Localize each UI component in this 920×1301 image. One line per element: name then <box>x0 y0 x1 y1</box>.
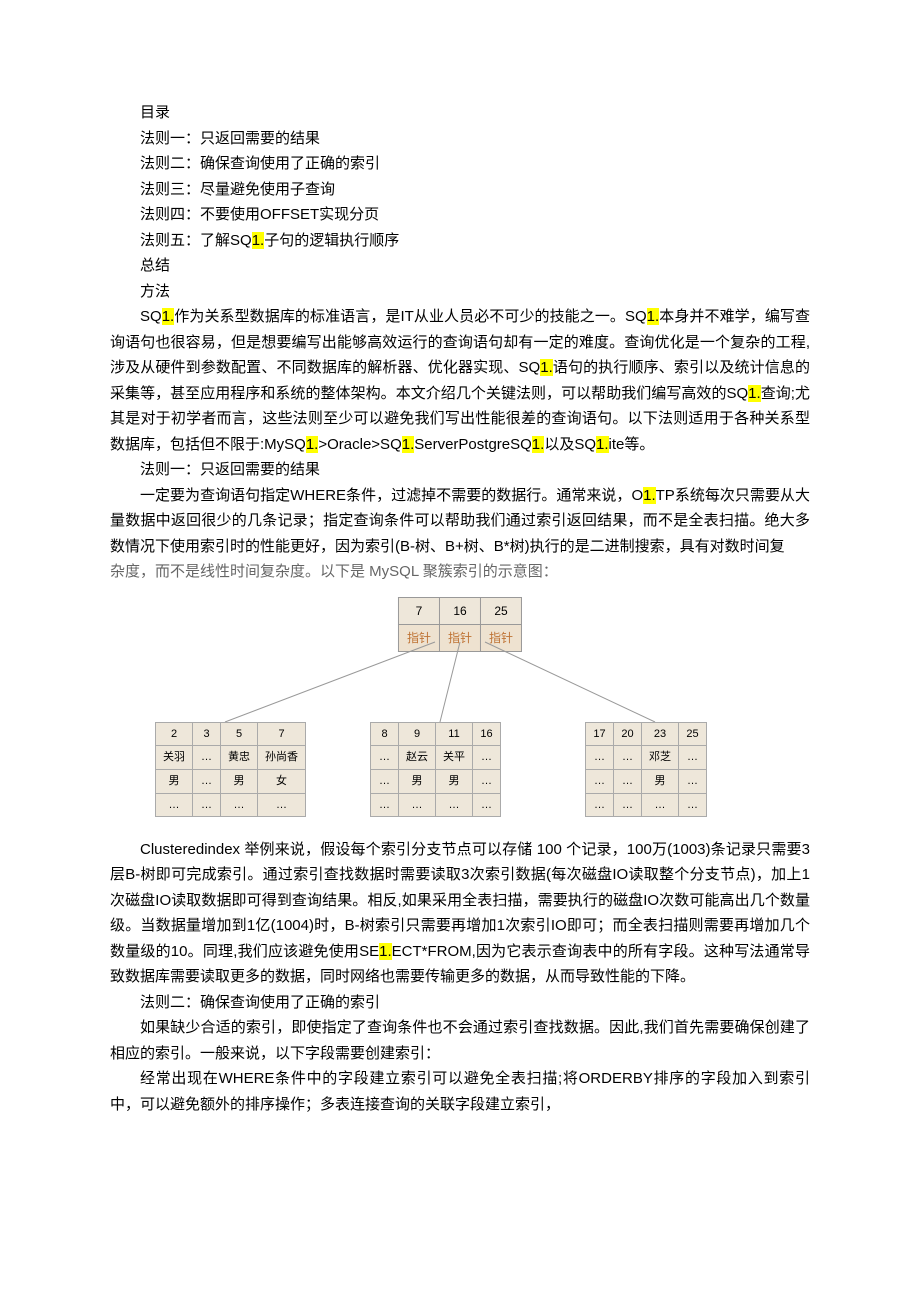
rule2-p2: 经常出现在WHERE条件中的字段建立索引可以避免全表扫描;将ORDERBY排序的… <box>110 1066 810 1117</box>
cell: 16 <box>473 722 501 746</box>
root-key: 7 <box>398 597 439 624</box>
cell: 5 <box>221 722 258 746</box>
cell: 邓芝 <box>642 746 679 770</box>
cell: … <box>614 769 642 793</box>
root-ptr: 指针 <box>439 624 480 651</box>
toc-item-7: 方法 <box>110 279 810 305</box>
cell: … <box>614 793 642 817</box>
cell: … <box>371 793 399 817</box>
cell: … <box>436 793 473 817</box>
ad-h1: 1. <box>379 943 392 960</box>
cell: … <box>679 746 707 770</box>
r1p1-t1: 一定要为查询语句指定WHERE条件，过滤掉不需要的数据行。通常来说，O <box>140 487 643 504</box>
cell: … <box>371 769 399 793</box>
intro-t8: 以及SQ <box>544 436 596 453</box>
cell: … <box>193 769 221 793</box>
r1p1-h1: 1. <box>643 487 656 504</box>
cell: 3 <box>193 722 221 746</box>
leaf-node-3: 17202325 ……邓芝… ……男… ………… <box>585 722 707 818</box>
intro-h2: 1. <box>647 308 660 325</box>
intro-h4: 1. <box>748 385 761 402</box>
intro-h6: 1. <box>402 436 415 453</box>
cell: … <box>156 793 193 817</box>
intro-t9: ite等。 <box>609 436 655 453</box>
cell: … <box>679 769 707 793</box>
rule1-p1: 一定要为查询语句指定WHERE条件，过滤掉不需要的数据行。通常来说，O1.TP系… <box>110 483 810 560</box>
cell: … <box>193 746 221 770</box>
intro-t7: ServerPostgreSQ <box>414 436 532 453</box>
toc-title: 目录 <box>110 100 810 126</box>
cell: 23 <box>642 722 679 746</box>
intro-t6: >Oracle>SQ <box>318 436 401 453</box>
cell: … <box>473 793 501 817</box>
cell: … <box>193 793 221 817</box>
cell: 男 <box>221 769 258 793</box>
root-key: 16 <box>439 597 480 624</box>
rule2-header: 法则二：确保查询使用了正确的索引 <box>110 990 810 1016</box>
root-key: 25 <box>481 597 522 624</box>
intro-paragraph: SQ1.作为关系型数据库的标准语言，是IT从业人员必不可少的技能之一。SQ1.本… <box>110 304 810 457</box>
cell: … <box>614 746 642 770</box>
cell: 男 <box>642 769 679 793</box>
cell: 7 <box>258 722 306 746</box>
cell: … <box>586 769 614 793</box>
intro-h5: 1. <box>306 436 319 453</box>
cell: 25 <box>679 722 707 746</box>
rule2-p1: 如果缺少合适的索引，即使指定了查询条件也不会通过索引查找数据。因此,我们首先需要… <box>110 1015 810 1066</box>
toc-item-6: 总结 <box>110 253 810 279</box>
intro-h8: 1. <box>596 436 609 453</box>
btree-diagram: 7 16 25 指针 指针 指针 2357 关羽…黄忠孙尚香 男…男女 <box>110 597 810 817</box>
cell: 女 <box>258 769 306 793</box>
cell: … <box>679 793 707 817</box>
cell: … <box>586 746 614 770</box>
cell: 男 <box>156 769 193 793</box>
cell: 关平 <box>436 746 473 770</box>
cell: 17 <box>586 722 614 746</box>
cell: … <box>586 793 614 817</box>
cell: … <box>371 746 399 770</box>
cell: 男 <box>436 769 473 793</box>
toc-item-2: 法则二：确保查询使用了正确的索引 <box>110 151 810 177</box>
intro-h7: 1. <box>532 436 545 453</box>
toc5-post: 子句的逻辑执行顺序 <box>264 232 399 249</box>
cell: 11 <box>436 722 473 746</box>
rule1-header: 法则一：只返回需要的结果 <box>110 457 810 483</box>
intro-t1: SQ <box>140 308 162 325</box>
intro-t2: 作为关系型数据库的标准语言，是IT从业人员必不可少的技能之一。SQ <box>174 308 646 325</box>
toc-item-3: 法则三：尽量避免使用子查询 <box>110 177 810 203</box>
cell: 男 <box>399 769 436 793</box>
cell: 20 <box>614 722 642 746</box>
cell: 孙尚香 <box>258 746 306 770</box>
cell: 黄忠 <box>221 746 258 770</box>
cell: … <box>642 793 679 817</box>
toc5-hl: 1. <box>252 232 265 249</box>
rule1-p2: 杂度，而不是线性时间复杂度。以下是 MySQL 聚簇索引的示意图： <box>110 559 810 585</box>
after-diagram-p1: Clusteredindex 举例来说，假设每个索引分支节点可以存储 100 个… <box>110 837 810 990</box>
cell: … <box>399 793 436 817</box>
cell: 9 <box>399 722 436 746</box>
cell: 8 <box>371 722 399 746</box>
toc-item-5: 法则五：了解SQ1.子句的逻辑执行顺序 <box>110 228 810 254</box>
cell: … <box>258 793 306 817</box>
root-ptr: 指针 <box>398 624 439 651</box>
root-ptr: 指针 <box>481 624 522 651</box>
leaf-node-1: 2357 关羽…黄忠孙尚香 男…男女 ………… <box>155 722 306 818</box>
root-node: 7 16 25 指针 指针 指针 <box>398 597 522 653</box>
cell: … <box>221 793 258 817</box>
cell: 赵云 <box>399 746 436 770</box>
cell: 2 <box>156 722 193 746</box>
intro-h1: 1. <box>162 308 175 325</box>
toc-item-1: 法则一：只返回需要的结果 <box>110 126 810 152</box>
cell: 关羽 <box>156 746 193 770</box>
intro-h3: 1. <box>540 359 553 376</box>
leaf-node-2: 891116 …赵云关平… …男男… ………… <box>370 722 501 818</box>
toc5-pre: 法则五：了解SQ <box>140 232 252 249</box>
document-content: 目录 法则一：只返回需要的结果 法则二：确保查询使用了正确的索引 法则三：尽量避… <box>110 100 810 1117</box>
cell: … <box>473 746 501 770</box>
cell: … <box>473 769 501 793</box>
toc-item-4: 法则四：不要使用OFFSET实现分页 <box>110 202 810 228</box>
